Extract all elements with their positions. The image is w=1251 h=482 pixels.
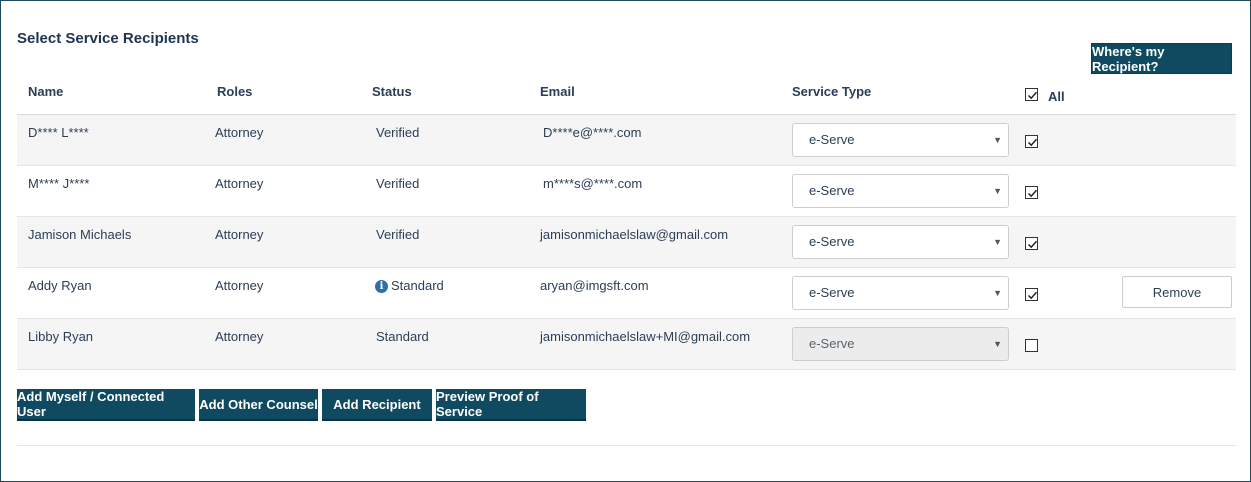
status-text: Standard [376,329,429,344]
status-text: Verified [376,227,420,242]
recipient-checkbox[interactable] [1025,186,1038,199]
table-row: M**** J**** Attorney Verified m****s@****.c… [17,166,1236,217]
recipient-email: m****s@****.com [543,176,643,191]
recipient-checkbox[interactable] [1025,237,1038,250]
service-type-select[interactable]: e-Serve ▼ [792,174,1009,208]
checkmark-icon [1027,91,1038,100]
add-myself-button[interactable]: Add Myself / Connected User [17,389,195,421]
add-recipient-button[interactable]: Add Recipient [322,389,432,421]
recipient-email: aryan@imgsft.com [540,278,649,293]
recipient-email: jamisonmichaelslaw@gmail.com [540,227,729,242]
recipient-name: D**** L**** [28,125,89,140]
table-header: Name Roles Status Email Service Type All [17,71,1236,115]
select-all-checkbox[interactable] [1025,88,1038,101]
checkmark-icon [1027,240,1038,249]
page-title: Select Service Recipients [17,30,199,47]
service-type-value: e-Serve [809,336,855,351]
column-header-roles: Roles [217,84,253,99]
table-row: Libby Ryan Attorney Standard jamisonmichael… [17,319,1236,370]
chevron-down-icon: ▼ [993,135,1002,145]
service-type-select[interactable]: e-Serve ▼ [792,276,1009,310]
chevron-down-icon: ▼ [993,186,1002,196]
service-recipients-panel: Select Service Recipients Where's my Rec… [0,0,1251,482]
status-text: Verified [376,176,420,191]
checkmark-icon [1027,291,1038,300]
recipient-status: Verified [376,227,419,242]
service-type-value: e-Serve [809,234,855,249]
recipient-checkbox[interactable] [1025,339,1038,352]
checkmark-icon [1027,189,1038,198]
add-other-counsel-button[interactable]: Add Other Counsel [199,389,318,421]
recipient-status: Verified [376,176,419,191]
service-type-value: e-Serve [809,183,855,198]
recipient-name: Addy Ryan [28,278,92,293]
service-type-select[interactable]: e-Serve ▼ [792,225,1009,259]
column-header-name: Name [28,84,64,99]
recipient-role: Attorney [215,176,264,191]
service-type-value: e-Serve [809,132,855,147]
info-icon[interactable]: i [375,280,388,293]
checkmark-icon [1027,138,1038,147]
column-header-status: Status [372,84,412,99]
recipient-status: Standard [376,329,429,344]
recipient-role: Attorney [215,125,264,140]
divider [17,445,1236,446]
chevron-down-icon: ▼ [993,237,1002,247]
recipient-status: i Standard [375,278,444,293]
service-type-value: e-Serve [809,285,855,300]
table-row: D**** L**** Attorney Verified D****e@****.c… [17,115,1236,166]
recipient-role: Attorney [215,329,264,344]
recipient-checkbox[interactable] [1025,135,1038,148]
recipient-name: M**** J**** [28,176,90,191]
table-row: Addy Ryan Attorney i Standard aryan@imgsft.c… [17,268,1236,319]
chevron-down-icon: ▼ [993,339,1002,349]
recipient-name: Libby Ryan [28,329,94,344]
recipient-role: Attorney [215,227,264,242]
chevron-down-icon: ▼ [993,288,1002,298]
table-row: Jamison Michaels Attorney Verified jamisonm… [17,217,1236,268]
status-text: Verified [376,125,420,140]
remove-button[interactable]: Remove [1122,276,1232,308]
service-type-select: e-Serve ▼ [792,327,1009,361]
recipient-email: jamisonmichaelslaw+MI@gmail.com [540,329,751,344]
column-header-email: Email [540,84,575,99]
select-all-label: All [1048,89,1065,104]
service-type-select[interactable]: e-Serve ▼ [792,123,1009,157]
recipient-role: Attorney [215,278,264,293]
status-text: Standard [391,278,444,293]
preview-proof-of-service-button[interactable]: Preview Proof of Service [436,389,586,421]
column-header-service-type: Service Type [792,84,872,99]
wheres-my-recipient-button[interactable]: Where's my Recipient? [1091,43,1232,74]
recipient-name: Jamison Michaels [28,227,132,242]
recipient-checkbox[interactable] [1025,288,1038,301]
recipient-email: D****e@****.com [543,125,642,140]
recipient-status: Verified [376,125,419,140]
